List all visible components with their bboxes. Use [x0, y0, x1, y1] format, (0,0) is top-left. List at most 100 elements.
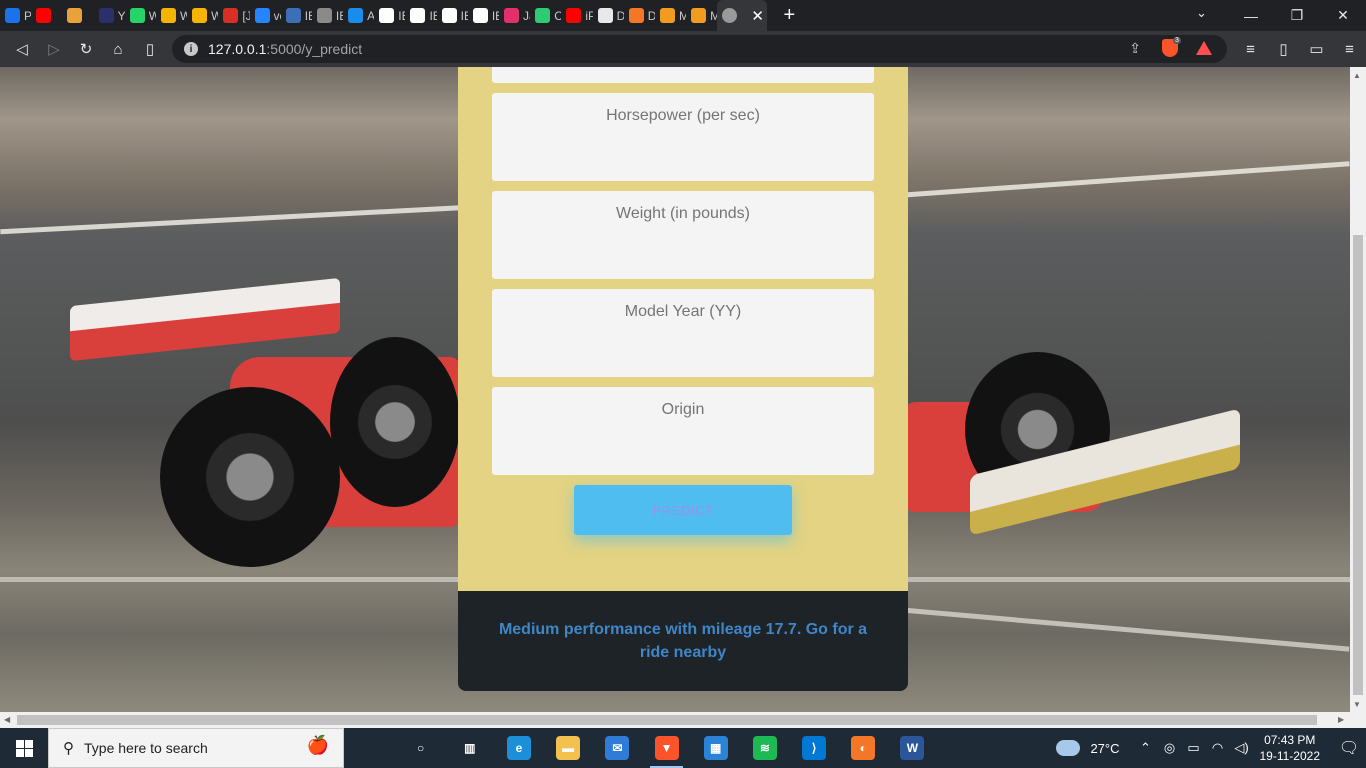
reload-icon[interactable]: ↻	[70, 40, 102, 58]
browser-tab[interactable]: IBN	[312, 0, 343, 31]
scroll-right-icon[interactable]: ▶	[1338, 715, 1344, 724]
browser-tab[interactable]	[62, 0, 93, 31]
track-line	[900, 161, 1350, 198]
browser-tab[interactable]: IBN	[437, 0, 468, 31]
close-window-icon[interactable]: ✕	[1320, 7, 1366, 24]
taskbar-app[interactable]: e	[494, 728, 543, 768]
menu-icon[interactable]: ≡	[1333, 41, 1366, 58]
browser-tab[interactable]: Wa	[156, 0, 187, 31]
browser-tab[interactable]: Do	[624, 0, 655, 31]
browser-tab[interactable]: Do	[593, 0, 624, 31]
scroll-down-icon[interactable]: ▼	[1353, 700, 1361, 709]
show-hidden-icons-icon[interactable]: ⌃	[1134, 740, 1158, 756]
browser-tab[interactable]: AD	[343, 0, 374, 31]
globe-icon	[722, 8, 738, 23]
globe-icon	[316, 8, 332, 23]
browser-tab[interactable]: [JIF	[218, 0, 250, 31]
browser-tab[interactable]: Jav	[499, 0, 530, 31]
bookmark-icon[interactable]: ▯	[134, 40, 166, 58]
task-view-icon: ▥	[464, 741, 476, 755]
taskbar-app[interactable]: ▼	[642, 728, 691, 768]
browser-tab[interactable]: vec	[250, 0, 281, 31]
track-line	[0, 204, 470, 235]
clock[interactable]: 07:43 PM 19-11-2022	[1260, 732, 1321, 764]
previous-input-field[interactable]	[492, 67, 874, 83]
browser-tab[interactable]: IBN	[405, 0, 437, 31]
close-tab-icon[interactable]: ✕	[751, 7, 764, 25]
start-button[interactable]	[0, 728, 48, 768]
volume-icon[interactable]: ◁)	[1230, 740, 1254, 756]
browser-tab[interactable]: Yel	[94, 0, 125, 31]
browser-tab[interactable]: Mc	[686, 0, 717, 31]
youtube-icon	[566, 8, 582, 23]
taskbar-app[interactable]: ▦	[691, 728, 740, 768]
brave-rewards-icon[interactable]	[1196, 41, 1212, 55]
tab-title: Do	[647, 8, 655, 23]
tab-title: [JIF	[242, 8, 250, 23]
browser-tab[interactable]: CS	[530, 0, 561, 31]
weight-placeholder: Weight (in pounds)	[616, 205, 750, 222]
tab-title: Mc	[678, 8, 687, 23]
taskbar-app[interactable]: W	[888, 728, 937, 768]
browser-tab[interactable]: Pri	[0, 0, 31, 31]
meet-now-icon[interactable]: ◎	[1158, 740, 1182, 756]
browser-tab[interactable]: IBN	[468, 0, 499, 31]
browser-tab[interactable]: iPh	[561, 0, 593, 31]
home-icon[interactable]: ⌂	[102, 41, 134, 58]
wallet-icon[interactable]: ▭	[1300, 40, 1333, 58]
edge-icon: e	[506, 736, 531, 760]
back-icon[interactable]: ◁	[6, 40, 38, 58]
vertical-scrollbar[interactable]: ▲ ▼	[1350, 67, 1366, 712]
predict-button[interactable]: PREDICT	[574, 485, 792, 535]
tab-title: Wa	[179, 8, 188, 23]
brave-icon: ▼	[654, 736, 679, 760]
download-icon	[597, 8, 613, 23]
taskbar-app[interactable]: ≋	[740, 728, 789, 768]
shields-count-badge: 3	[1173, 37, 1181, 44]
vertical-scroll-thumb[interactable]	[1353, 235, 1363, 695]
weight-input[interactable]: Weight (in pounds)	[492, 191, 874, 279]
browser-tab[interactable]	[31, 0, 62, 31]
weather-widget[interactable]: 27°C	[1056, 740, 1120, 756]
horizontal-scrollbar[interactable]: ◀ ▶	[0, 712, 1366, 728]
horizontal-scroll-thumb[interactable]	[17, 715, 1317, 725]
restore-icon[interactable]: ❐	[1274, 7, 1320, 24]
scroll-up-icon[interactable]: ▲	[1353, 71, 1361, 80]
model-year-input[interactable]: Model Year (YY)	[492, 289, 874, 377]
browser-tab[interactable]: IBN	[374, 0, 405, 31]
address-bar[interactable]: i 127.0.0.1 :5000/y_predict ⇪	[172, 35, 1227, 63]
browser-tab[interactable]: IBN	[281, 0, 312, 31]
horsepower-input[interactable]: Horsepower (per sec)	[492, 93, 874, 181]
tab-title: Jav	[523, 8, 530, 23]
taskbar-app[interactable]: ✉	[593, 728, 642, 768]
browser-tab[interactable]: Wa	[187, 0, 218, 31]
book-icon	[691, 8, 707, 23]
scroll-left-icon[interactable]: ◀	[4, 715, 10, 724]
search-icon: ⚲	[63, 740, 74, 757]
share-icon[interactable]: ⇪	[1129, 40, 1141, 57]
notification-center-icon[interactable]: 🗨	[1332, 738, 1366, 758]
taskbar-app[interactable]: ◐	[839, 728, 888, 768]
minimize-icon[interactable]: —	[1228, 8, 1274, 24]
taskbar-app[interactable]: ▬	[544, 728, 593, 768]
browser-tab[interactable]: Mc	[655, 0, 686, 31]
taskbar-app[interactable]: ⟩	[790, 728, 839, 768]
tab-title: IBN	[398, 8, 405, 23]
forward-icon[interactable]: ▷	[38, 40, 70, 58]
sidebar-icon[interactable]: ▯	[1267, 40, 1300, 58]
battery-icon[interactable]: ▭	[1182, 740, 1206, 756]
site-info-icon[interactable]: i	[184, 42, 198, 56]
browser-tab[interactable]: Wa	[125, 0, 156, 31]
playlist-icon[interactable]: ≡	[1234, 41, 1267, 58]
tab-search-chevron-icon[interactable]: ⌄	[1196, 5, 1207, 21]
taskbar-search-box[interactable]: ⚲ Type here to search 🍎	[48, 728, 344, 768]
origin-input[interactable]: Origin	[492, 387, 874, 475]
new-tab-icon[interactable]: +	[775, 4, 803, 27]
taskbar-app[interactable]: ▥	[445, 728, 494, 768]
tab-title: Mc	[710, 8, 718, 23]
taskbar-app[interactable]: ○	[396, 728, 445, 768]
search-highlight-icon: 🍎	[306, 735, 329, 755]
active-browser-tab[interactable]: ✕	[717, 0, 768, 31]
emoji-icon	[67, 8, 83, 23]
wifi-icon[interactable]: ◠	[1206, 740, 1230, 756]
